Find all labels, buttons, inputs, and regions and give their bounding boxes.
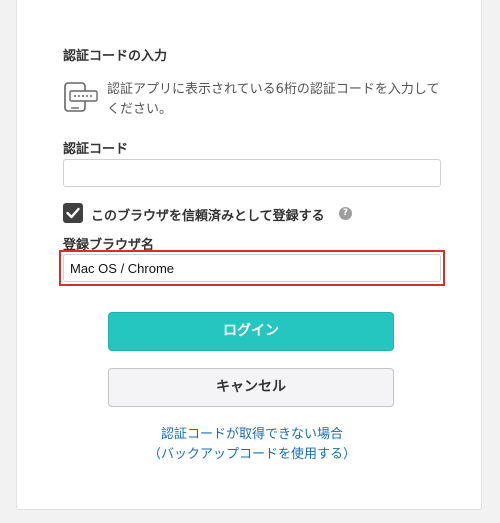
checkmark-icon xyxy=(66,207,80,219)
auth-code-input[interactable] xyxy=(63,159,441,187)
login-button[interactable]: ログイン xyxy=(108,312,394,351)
section-title: 認証コードの入力 xyxy=(63,49,168,64)
code-field-label: 認証コード xyxy=(63,142,129,157)
trust-browser-checkbox[interactable] xyxy=(63,203,83,223)
browser-name-input[interactable] xyxy=(63,254,441,282)
backup-link-line2[interactable]: （バックアップコードを使用する） xyxy=(63,445,441,465)
cancel-button[interactable]: キャンセル xyxy=(108,368,394,407)
help-icon[interactable]: ? xyxy=(339,207,352,220)
authenticator-phone-icon xyxy=(63,82,99,112)
browser-name-label: 登録ブラウザ名 xyxy=(63,238,155,253)
trust-browser-label: このブラウザを信頼済みとして登録する xyxy=(91,209,325,224)
backup-link-line1[interactable]: 認証コードが取得できない場合 xyxy=(63,425,441,445)
auth-code-card: 認証コードの入力 認証アプリに表示されている6桁の認証コードを入力してください。… xyxy=(16,0,482,510)
backup-code-link[interactable]: 認証コードが取得できない場合 （バックアップコードを使用する） xyxy=(63,425,441,465)
description-text: 認証アプリに表示されている6桁の認証コードを入力してください。 xyxy=(107,82,440,117)
